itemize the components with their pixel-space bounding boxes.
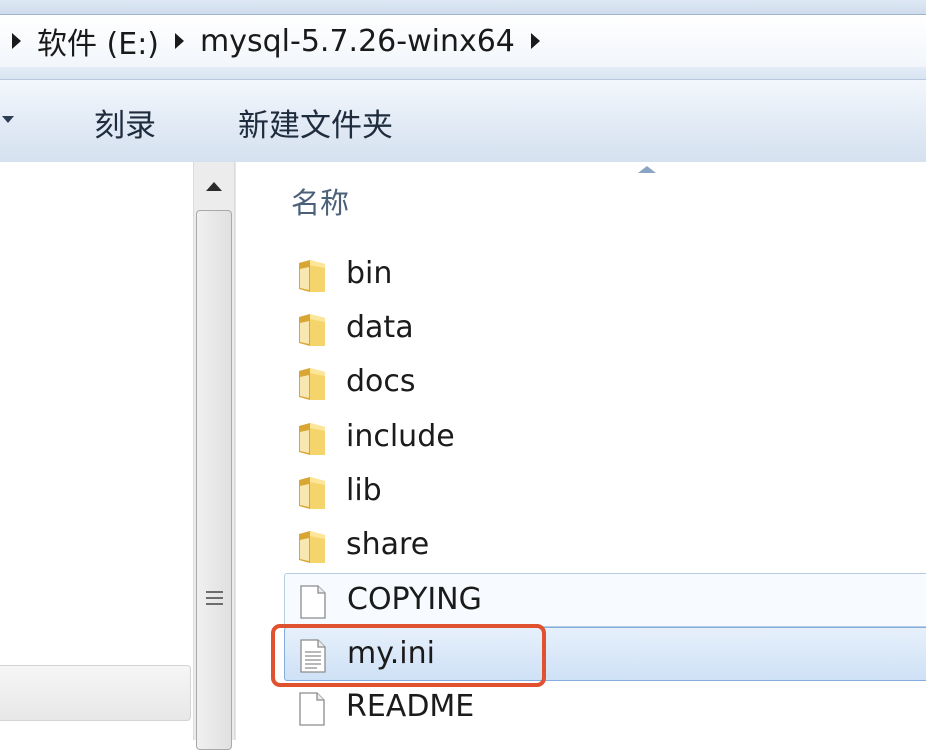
sort-ascending-icon	[638, 166, 656, 173]
file-name: docs	[346, 364, 416, 399]
file-name: lib	[346, 473, 382, 508]
file-name: README	[346, 689, 475, 724]
folder-icon	[296, 422, 328, 456]
breadcrumb-arrow-icon[interactable]	[12, 33, 21, 49]
file-row[interactable]: lib	[284, 465, 926, 519]
folder-icon	[296, 313, 328, 347]
folder-icon	[296, 259, 328, 293]
nav-selected-item[interactable]	[0, 665, 191, 721]
navigation-pane[interactable]	[0, 162, 193, 740]
breadcrumb-drive[interactable]: 软件 (E:)	[37, 19, 159, 63]
file-row[interactable]: include	[284, 411, 926, 465]
file-row[interactable]: README	[284, 681, 926, 735]
folder-icon	[296, 476, 328, 510]
breadcrumb-folder[interactable]: mysql-5.7.26-winx64	[200, 24, 515, 59]
document-icon	[296, 692, 328, 726]
file-row[interactable]: COPYING	[284, 573, 926, 627]
file-row[interactable]: share	[284, 519, 926, 573]
breadcrumb-arrow-icon[interactable]	[530, 33, 540, 49]
scroll-thumb[interactable]	[196, 210, 232, 750]
address-toolbar-gap	[0, 67, 926, 79]
breadcrumb-arrow-icon[interactable]	[175, 33, 185, 49]
window-top-edge	[0, 0, 926, 14]
new-folder-button[interactable]: 新建文件夹	[238, 100, 393, 145]
grip-icon	[206, 591, 223, 609]
address-bar[interactable]: 软件 (E:) mysql-5.7.26-winx64	[0, 14, 926, 68]
burn-button[interactable]: 刻录	[94, 100, 156, 145]
breadcrumb: 软件 (E:) mysql-5.7.26-winx64	[12, 15, 556, 67]
file-name: include	[346, 419, 455, 454]
file-name: share	[346, 527, 430, 562]
column-header-name[interactable]: 名称	[291, 180, 349, 222]
annotation-highlight-box	[271, 624, 546, 687]
folder-icon	[296, 367, 328, 401]
file-row[interactable]: bin	[284, 248, 926, 302]
file-name: COPYING	[347, 582, 482, 617]
document-icon	[297, 585, 329, 619]
dropdown-arrow-icon[interactable]	[2, 116, 14, 123]
folder-icon	[296, 530, 328, 564]
scroll-up-button[interactable]	[194, 162, 234, 206]
command-toolbar: 刻录 新建文件夹	[0, 79, 926, 163]
file-name: data	[346, 310, 414, 345]
file-name: bin	[346, 256, 393, 291]
pane-divider[interactable]	[235, 162, 270, 740]
file-row[interactable]: data	[284, 302, 926, 356]
nav-scrollbar[interactable]	[193, 162, 235, 750]
file-row[interactable]: docs	[284, 356, 926, 410]
chevron-up-icon	[206, 182, 222, 191]
